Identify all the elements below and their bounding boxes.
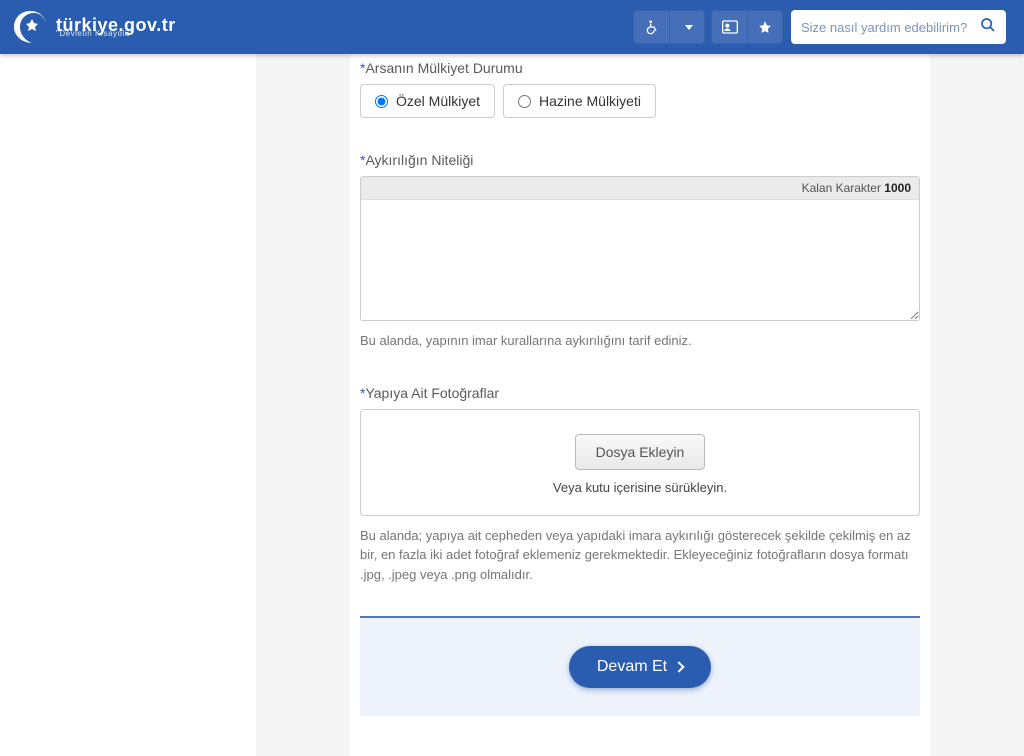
ownership-option-label: Hazine Mülkiyeti (539, 93, 641, 109)
star-icon (758, 20, 772, 34)
photos-label: *Yapıya Ait Fotoğraflar (360, 385, 920, 401)
logo-text-wrap: türkiye.gov.tr "Devletin Kısayolu" (56, 16, 176, 38)
topbar-actions (627, 10, 1006, 44)
form-content: *Arsanın Mülkiyet Durumu Özel Mülkiyet H… (350, 54, 930, 756)
site-logo[interactable]: türkiye.gov.tr "Devletin Kısayolu" (10, 7, 176, 47)
field-photos: *Yapıya Ait Fotoğraflar Dosya Ekleyin Ve… (360, 361, 920, 595)
add-file-button[interactable]: Dosya Ekleyin (575, 434, 706, 470)
ownership-option-treasury[interactable]: Hazine Mülkiyeti (503, 84, 656, 118)
ownership-option-private[interactable]: Özel Mülkiyet (360, 84, 495, 118)
upload-dropzone[interactable]: Dosya Ekleyin Veya kutu içerisine sürükl… (360, 409, 920, 516)
action-bar: Devam Et (360, 616, 920, 716)
chevron-down-icon (685, 25, 693, 30)
accessibility-button[interactable] (633, 10, 669, 44)
violation-label: *Aykırılığın Niteliği (360, 152, 920, 168)
page-body: *Arsanın Mülkiyet Durumu Özel Mülkiyet H… (0, 0, 1024, 756)
drag-hint: Veya kutu içerisine sürükleyin. (371, 480, 909, 495)
chevron-right-icon (673, 661, 684, 672)
wheelchair-icon (644, 19, 660, 35)
identity-button[interactable] (711, 10, 747, 44)
char-counter: Kalan Karakter 1000 (361, 177, 919, 200)
ownership-option-label: Özel Mülkiyet (396, 93, 480, 109)
logo-subtext: "Devletin Kısayolu" (56, 30, 176, 38)
field-ownership: *Arsanın Mülkiyet Durumu Özel Mülkiyet H… (360, 54, 920, 128)
violation-textarea[interactable] (361, 200, 919, 320)
favorite-button[interactable] (747, 10, 783, 44)
top-header: türkiye.gov.tr "Devletin Kısayolu" (0, 0, 1024, 54)
search-icon[interactable] (980, 17, 996, 38)
search-box[interactable] (791, 10, 1006, 44)
violation-helper: Bu alanda, yapının imar kurallarına aykı… (360, 331, 920, 351)
ownership-radio-treasury[interactable] (518, 95, 531, 108)
id-card-icon (722, 20, 738, 34)
left-sidebar (0, 54, 256, 756)
violation-textarea-wrap: Kalan Karakter 1000 (360, 176, 920, 321)
continue-button[interactable]: Devam Et (569, 646, 711, 688)
field-violation: *Aykırılığın Niteliği Kalan Karakter 100… (360, 128, 920, 361)
logo-mark (10, 7, 50, 47)
accessibility-menu-button[interactable] (669, 10, 705, 44)
search-input[interactable] (801, 20, 980, 35)
photos-helper: Bu alanda; yapıya ait cepheden veya yapı… (360, 526, 920, 585)
content-wrap: *Arsanın Mülkiyet Durumu Özel Mülkiyet H… (256, 54, 1024, 756)
ownership-label: *Arsanın Mülkiyet Durumu (360, 60, 920, 76)
ownership-radio-private[interactable] (375, 95, 388, 108)
continue-label: Devam Et (597, 658, 667, 676)
ownership-radio-group: Özel Mülkiyet Hazine Mülkiyeti (360, 84, 920, 118)
